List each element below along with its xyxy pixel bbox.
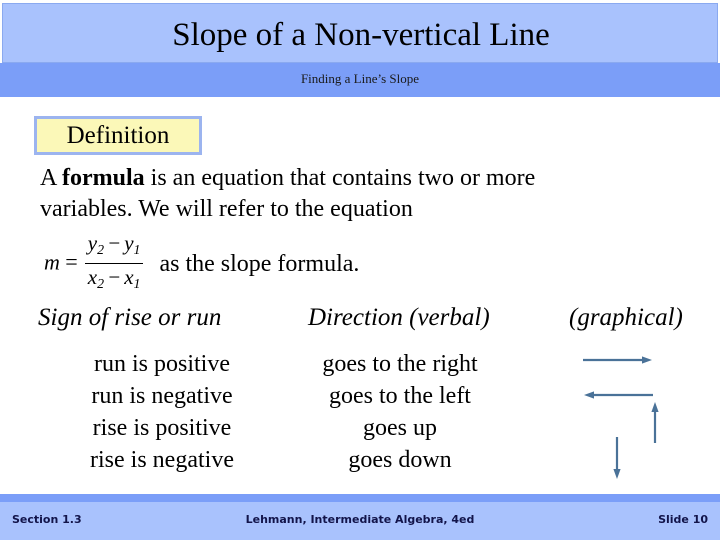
- table-header-row: Sign of rise or run Direction (verbal) (…: [36, 303, 712, 335]
- denominator-x1-subscript: 1: [133, 275, 141, 291]
- arrow-up-icon: [651, 402, 659, 443]
- denominator-x2-subscript: 2: [97, 275, 105, 291]
- formula-equals: =: [63, 249, 79, 275]
- page-title: Slope of a Non-vertical Line: [172, 17, 550, 53]
- table-row: rise is negative: [90, 447, 234, 473]
- formula-denominator: x2− x1: [85, 264, 144, 296]
- formula-fraction: y2− y1 x2− x1: [84, 231, 144, 296]
- footer-accent-strip: [0, 494, 720, 502]
- page-subtitle: Finding a Line’s Slope: [300, 71, 420, 86]
- numerator-y2: y: [87, 231, 98, 255]
- footer-slide-number: Slide 10: [658, 513, 708, 526]
- arrow-right-icon: [583, 356, 652, 364]
- paragraph-prefix: A: [40, 165, 63, 191]
- column-header-sign: Sign of rise or run: [38, 304, 222, 331]
- table-row: goes down: [348, 447, 452, 473]
- table-row: goes up: [363, 415, 437, 441]
- footer-band: Section 1.3 Lehmann, Intermediate Algebr…: [0, 502, 720, 540]
- formula-caption: as the slope formula.: [159, 250, 360, 277]
- footer-citation: Lehmann, Intermediate Algebra, 4ed: [245, 513, 475, 526]
- table-row: goes to the right: [322, 351, 478, 377]
- arrow-down-icon: [613, 437, 621, 479]
- arrow-left-icon: [584, 391, 653, 399]
- formula-numerator: y2− y1: [84, 231, 144, 264]
- numerator-y1-subscript: 1: [133, 241, 141, 257]
- subtitle-band: Finding a Line’s Slope: [0, 63, 720, 97]
- slope-formula: m = y2− y1 x2− x1: [44, 231, 145, 297]
- column-header-direction: Direction (verbal): [308, 304, 490, 331]
- slide: Slope of a Non-vertical Line Finding a L…: [0, 0, 720, 540]
- formula-lhs: m: [44, 249, 60, 275]
- paragraph-bold-term: formula: [62, 165, 145, 191]
- numerator-y1: y: [124, 231, 134, 255]
- column-graphical-arrows: [540, 340, 720, 490]
- definition-label: Definition: [66, 122, 170, 149]
- title-band: Slope of a Non-vertical Line: [2, 3, 718, 63]
- slope-formula-row: m = y2− y1 x2− x1 as the slope formula.: [44, 231, 684, 292]
- table-row: run is positive: [94, 351, 230, 377]
- table-row: goes to the left: [329, 383, 471, 409]
- definition-paragraph: A formula is an equation that contains t…: [40, 163, 700, 225]
- denominator-x1: x: [124, 264, 134, 289]
- table-row: run is negative: [91, 383, 233, 409]
- arrows-svg: [583, 356, 659, 479]
- definition-callout-box: Definition: [34, 116, 202, 155]
- column-direction-values: goes to the right goes to the left goes …: [288, 348, 512, 476]
- numerator-minus: −: [107, 231, 122, 255]
- paragraph-line-2: variables. We will refer to the equation: [40, 196, 413, 222]
- column-sign-values: run is positive run is negative rise is …: [56, 348, 268, 476]
- denominator-minus: −: [107, 264, 122, 289]
- denominator-x2: x: [87, 264, 98, 289]
- table-row: rise is positive: [92, 415, 232, 441]
- paragraph-suffix: is an equation that contains two or more: [144, 165, 536, 191]
- column-header-graphical: (graphical): [569, 304, 683, 331]
- numerator-y2-subscript: 2: [97, 241, 105, 257]
